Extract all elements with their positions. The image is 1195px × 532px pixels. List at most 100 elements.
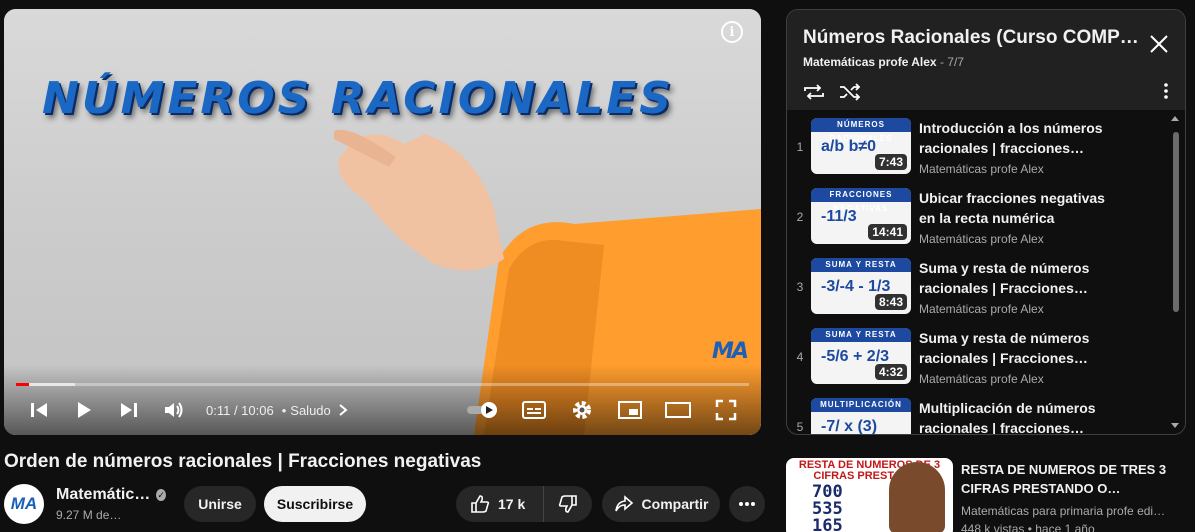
mute-button[interactable]	[159, 395, 189, 425]
next-icon	[121, 403, 137, 417]
next-button[interactable]	[114, 395, 144, 425]
playlist-items: 1 NÚMEROS RACIONALES a/b b≠0 7:43 Introd…	[787, 110, 1185, 434]
join-button[interactable]: Unirse	[184, 486, 256, 522]
recommended-meta: 448 k vistas • hace 1 año	[961, 522, 1095, 532]
playlist-item[interactable]: 4 SUMA Y RESTA -5/6 + 2/3 4:32 Suma y re…	[787, 320, 1167, 390]
playlist-item-index: 4	[796, 350, 804, 364]
playlist-menu-button[interactable]	[1163, 82, 1169, 105]
owner-row: MA Matemátic… ✓ 9.27 M de… Unirse Suscri…	[4, 484, 765, 524]
playlist-item-title[interactable]: Ubicar fracciones negativas en la recta …	[919, 188, 1119, 228]
scroll-down-arrow[interactable]	[1171, 423, 1179, 428]
chevron-right-icon	[339, 404, 348, 416]
thumbs-up-icon	[471, 495, 490, 513]
playlist-item-title[interactable]: Multiplicación de números racionales | f…	[919, 398, 1119, 434]
autoplay-icon	[467, 402, 497, 418]
playlist-scrollbar[interactable]	[1173, 132, 1179, 312]
playlist-item[interactable]: 5 MULTIPLICACIÓN -7/ x (3) Multiplicació…	[787, 390, 1167, 435]
playlist-item-channel: Matemáticas profe Alex	[919, 232, 1044, 246]
gear-icon	[573, 401, 591, 419]
playlist-header: Números Racionales (Curso COMPLE… Matemá…	[787, 10, 1185, 110]
subscriber-count: 9.27 M de…	[56, 508, 122, 522]
playlist-item[interactable]: 2 FRACCIONES NEGATIVAS -11/3 14:41 Ubica…	[787, 180, 1167, 250]
playlist-item[interactable]: 1 NÚMEROS RACIONALES a/b b≠0 7:43 Introd…	[787, 110, 1167, 180]
dislike-button[interactable]	[544, 486, 592, 522]
more-horizontal-icon	[739, 502, 755, 506]
chapter-label: Saludo	[290, 402, 331, 418]
progress-bar[interactable]	[16, 383, 749, 386]
playlist-subtitle: Matemáticas profe Alex - 7/7	[803, 55, 964, 69]
playlist-item-thumbnail[interactable]: FRACCIONES NEGATIVAS -11/3 14:41	[811, 188, 911, 244]
playlist-item-index: 3	[796, 280, 804, 294]
share-button[interactable]: Compartir	[602, 486, 720, 522]
thumbnail-math: a/b b≠0	[821, 138, 877, 155]
subscribe-button[interactable]: Suscribirse	[264, 486, 366, 522]
fullscreen-button[interactable]	[711, 395, 741, 425]
like-button[interactable]: 17 k	[456, 486, 544, 522]
progress-played	[16, 383, 30, 386]
presenter-figure	[889, 462, 945, 532]
thumbnail-number-3: 165	[812, 516, 843, 532]
loop-button[interactable]	[801, 80, 827, 104]
playlist-item-title[interactable]: Suma y resta de números racionales | Fra…	[919, 258, 1119, 298]
thumbnail-math: -7/ x (3)	[821, 418, 878, 435]
close-playlist-button[interactable]	[1149, 34, 1169, 59]
scroll-up-arrow[interactable]	[1171, 116, 1179, 121]
thumbs-down-icon	[558, 495, 577, 513]
settings-button[interactable]	[567, 395, 597, 425]
channel-info: Matemátic… ✓ 9.27 M de…	[56, 486, 166, 522]
playlist-item-thumbnail[interactable]: SUMA Y RESTA -3/-4 - 1/3 8:43	[811, 258, 911, 314]
miniplayer-button[interactable]	[615, 395, 645, 425]
thumbnail-band: FRACCIONES NEGATIVAS	[811, 188, 911, 213]
duration-badge: 8:43	[874, 294, 907, 310]
theater-icon	[665, 402, 691, 418]
duration-badge: 4:32	[874, 364, 907, 380]
recommended-thumbnail[interactable]: RESTA DE NUMEROS DE 3 CIFRAS PRESTANDO 7…	[786, 458, 953, 532]
miniplayer-icon	[618, 401, 642, 419]
chapter-button[interactable]: • Saludo	[278, 403, 349, 418]
playlist-owner[interactable]: Matemáticas profe Alex	[803, 55, 937, 69]
playlist-item-title[interactable]: Introducción a los números racionales | …	[919, 118, 1119, 158]
subtitles-button[interactable]	[519, 395, 549, 425]
playlist-item-channel: Matemáticas profe Alex	[919, 302, 1044, 316]
player-controls: 0:11 / 10:06 • Saludo	[4, 395, 761, 425]
video-player[interactable]: NÚMEROS RACIONALES MA i 0:11 / 10:06 • S…	[4, 9, 761, 435]
play-button[interactable]	[69, 395, 99, 425]
playlist-item-thumbnail[interactable]: MULTIPLICACIÓN -7/ x (3)	[811, 398, 911, 435]
channel-avatar[interactable]: MA	[4, 484, 44, 524]
recommended-title[interactable]: RESTA DE NUMEROS DE TRES 3 CIFRAS PRESTA…	[961, 460, 1176, 498]
recommended-thumbnail-numbers: 700 535 165	[812, 484, 843, 532]
playlist-item-index: 1	[796, 140, 804, 154]
playlist-item-index: 5	[796, 420, 804, 434]
info-icon[interactable]: i	[721, 21, 743, 43]
video-title: Orden de números racionales | Fracciones…	[4, 451, 482, 472]
previous-button[interactable]	[24, 395, 54, 425]
share-icon	[614, 495, 633, 512]
shuffle-icon	[840, 83, 861, 101]
duration-badge: 7:43	[874, 154, 907, 170]
playlist-item-thumbnail[interactable]: NÚMEROS RACIONALES a/b b≠0 7:43	[811, 118, 911, 174]
playlist-item-thumbnail[interactable]: SUMA Y RESTA -5/6 + 2/3 4:32	[811, 328, 911, 384]
loop-icon	[804, 84, 824, 100]
playlist-item-title[interactable]: Suma y resta de números racionales | Fra…	[919, 328, 1119, 368]
thumbnail-band: SUMA Y RESTA	[811, 328, 911, 342]
thumbnail-math: -11/3	[821, 208, 857, 225]
playlist-title[interactable]: Números Racionales (Curso COMPLE…	[803, 27, 1143, 49]
channel-watermark[interactable]: MA	[712, 339, 749, 364]
chapter-separator: •	[281, 402, 287, 418]
volume-icon	[165, 402, 183, 418]
recommended-channel[interactable]: Matemáticas para primaria profe edi…	[961, 504, 1165, 518]
autoplay-toggle[interactable]	[465, 395, 501, 425]
like-dislike-group: 17 k	[456, 486, 592, 522]
fullscreen-icon	[715, 399, 737, 421]
player-right-controls	[447, 395, 741, 425]
previous-icon	[31, 403, 47, 417]
shuffle-button[interactable]	[837, 80, 863, 104]
playlist-item[interactable]: 3 SUMA Y RESTA -3/-4 - 1/3 8:43 Suma y r…	[787, 250, 1167, 320]
playlist-position: - 7/7	[936, 55, 964, 69]
recommended-video[interactable]: RESTA DE NUMEROS DE 3 CIFRAS PRESTANDO 7…	[786, 458, 1186, 532]
theater-mode-button[interactable]	[663, 395, 693, 425]
channel-name[interactable]: Matemátic… ✓	[56, 486, 166, 504]
like-count: 17 k	[498, 496, 526, 512]
video-art-title: NÚMEROS RACIONALES	[42, 73, 674, 124]
more-actions-button[interactable]	[729, 486, 765, 522]
